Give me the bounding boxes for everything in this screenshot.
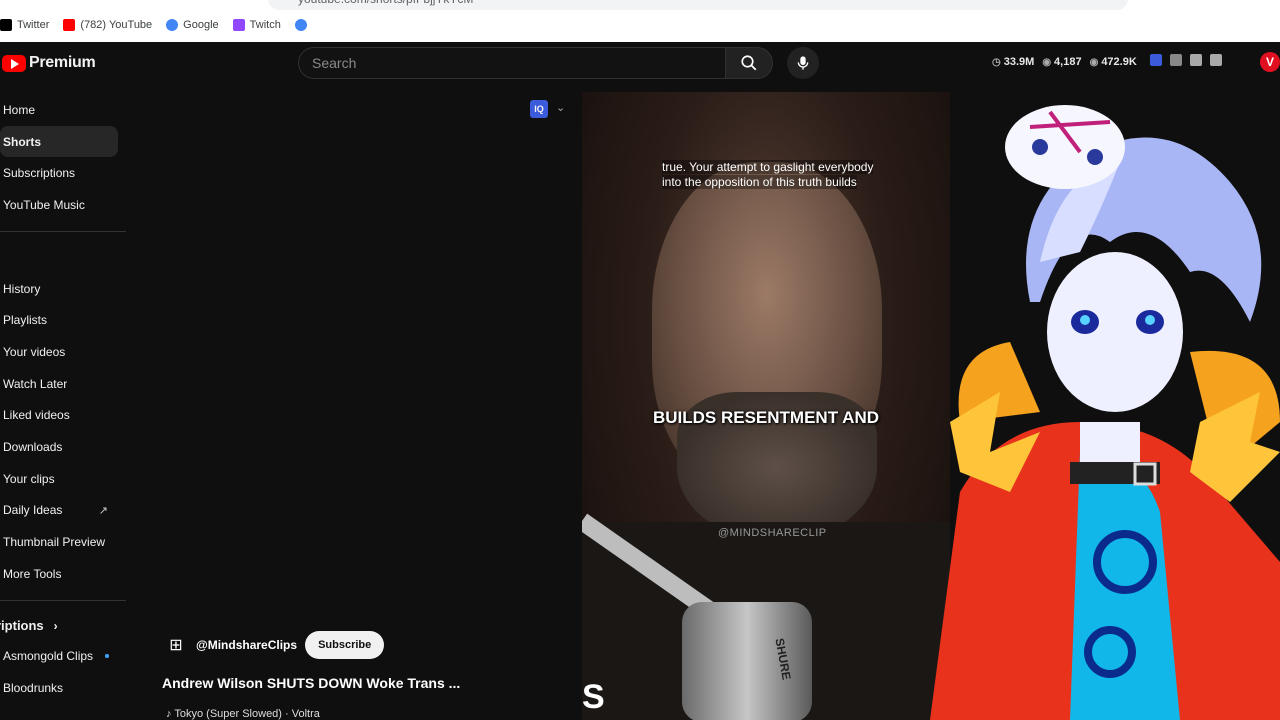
youtube-header: Premium Search ◷ 33.9M ◉ 4,187 ◉ 472.9K V <box>0 42 1280 88</box>
google-icon <box>166 19 179 31</box>
sidebar-item-your-videos[interactable]: Your videos <box>0 336 118 368</box>
twitch-icon <box>232 19 245 31</box>
sidebar-item-playlists[interactable]: Playlists <box>0 304 118 336</box>
browser-toolbar: youtube.com/shorts/pfFbjjYkYcM Twitter (… <box>0 0 1280 42</box>
channel-name[interactable]: @MindshareClips <box>196 638 297 652</box>
eye-icon: ◉ <box>1089 56 1099 68</box>
chevron-right-icon: › <box>53 618 58 633</box>
twitter-icon <box>0 19 12 31</box>
stat-watching: ◉ 472.9K <box>1089 56 1137 68</box>
new-content-dot <box>105 654 110 659</box>
channel-stats: ◷ 33.9M ◉ 4,187 ◉ 472.9K <box>992 56 1145 68</box>
channel-avatar[interactable]: ⊞ <box>162 631 190 659</box>
sidebar-item-watch-later[interactable]: Watch Later <box>0 368 118 400</box>
eye-icon: ◉ <box>1042 56 1052 68</box>
sidebar-item-thumbnail-preview[interactable]: Thumbnail Preview <box>0 526 118 558</box>
sidebar-item-subscriptions[interactable]: Subscriptions <box>0 157 118 189</box>
external-link-icon: ↗ <box>98 504 108 517</box>
video-microphone <box>682 602 812 720</box>
menu-icon[interactable] <box>1170 54 1182 66</box>
subscription-item[interactable]: Bloodrunks <box>0 672 118 704</box>
channel-info: ⊞ @MindshareClips Subscribe <box>162 631 385 659</box>
clock-icon: ◷ <box>992 56 1001 68</box>
sidebar-item-downloads[interactable]: Downloads <box>0 431 118 463</box>
subscriptions-heading[interactable]: riptions › <box>0 611 130 641</box>
sidebar-item-more-tools[interactable]: More Tools <box>0 558 118 590</box>
microphone-icon <box>797 56 809 70</box>
sidebar-item-youtube-music[interactable]: YouTube Music <box>0 189 118 221</box>
sidebar-item-shorts[interactable]: Shorts <box>0 125 118 158</box>
video-watermark: @MINDSHARECLIP <box>718 527 827 539</box>
sidebar-item-history[interactable]: History <box>0 273 118 305</box>
google-icon <box>294 19 307 31</box>
subscription-item[interactable]: Asmongold Clips <box>0 641 118 673</box>
bookmark-youtube[interactable]: (782) YouTube <box>63 19 152 31</box>
chevron-down-icon[interactable]: ⌄ <box>556 101 565 114</box>
iq-extension-icon[interactable] <box>1150 54 1162 66</box>
bookmark-google[interactable]: Google <box>166 19 219 31</box>
sidebar-divider <box>0 599 126 601</box>
bookmark-google-2[interactable] <box>294 19 312 31</box>
stat-views: ◷ 33.9M <box>992 56 1035 68</box>
bookmarks-bar: Twitter (782) YouTube Google Twitch <box>0 16 326 34</box>
youtube-logo-icon <box>2 54 26 72</box>
voice-search-button[interactable] <box>787 47 819 79</box>
avatar[interactable]: V <box>1260 52 1280 72</box>
extension-icons <box>1150 54 1230 66</box>
stat-count: ◉ 4,187 <box>1042 56 1082 68</box>
sidebar-item-your-clips[interactable]: Your clips <box>0 463 118 495</box>
video-caption-top: true. Your attempt to gaslight everybody… <box>662 160 874 189</box>
cast-icon[interactable] <box>1210 54 1222 66</box>
iq-extension-badge[interactable]: IQ <box>530 100 548 118</box>
search-icon <box>741 55 757 71</box>
sidebar-item-daily-ideas[interactable]: Daily Ideas ↗ <box>0 495 118 527</box>
sidebar-item-home[interactable]: Home <box>0 94 118 126</box>
search-input[interactable]: Search <box>298 47 726 79</box>
trophy-icon[interactable] <box>1190 54 1202 66</box>
bookmark-twitch[interactable]: Twitch <box>232 19 281 31</box>
vtuber-illustration <box>930 105 1280 720</box>
vtuber-avatar-overlay <box>890 92 1280 720</box>
address-bar[interactable]: youtube.com/shorts/pfFbjjYkYcM <box>268 0 1128 10</box>
video-bottom-text: S <box>582 678 605 716</box>
sidebar-item-liked-videos[interactable]: Liked videos <box>0 400 118 432</box>
bookmark-twitter[interactable]: Twitter <box>0 19 49 31</box>
youtube-premium-logo[interactable]: Premium <box>2 54 96 72</box>
sidebar: Home Shorts Subscriptions YouTube Music … <box>0 94 130 704</box>
youtube-icon <box>63 19 76 31</box>
sidebar-divider <box>0 230 126 232</box>
subscribe-button[interactable]: Subscribe <box>305 631 385 659</box>
music-info[interactable]: ♪ Tokyo (Super Slowed) · Voltra <box>166 708 320 720</box>
search-button[interactable] <box>725 47 773 79</box>
video-title[interactable]: Andrew Wilson SHUTS DOWN Woke Trans ... <box>162 675 460 691</box>
